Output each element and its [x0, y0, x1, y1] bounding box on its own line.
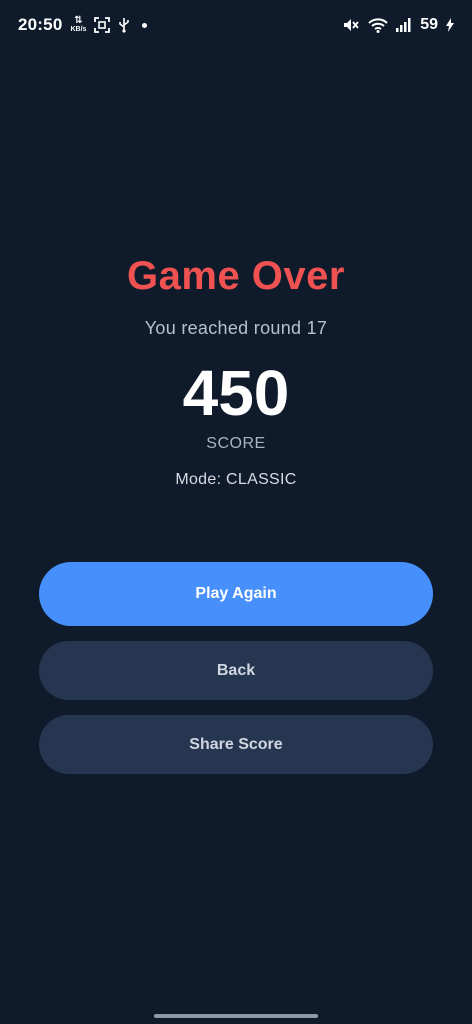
play-again-button[interactable]: Play Again — [39, 562, 433, 626]
notification-dot-icon — [142, 22, 148, 28]
home-indicator[interactable] — [154, 1014, 318, 1018]
game-mode-text: Mode: CLASSIC — [175, 471, 297, 488]
status-left: 20:50 ⇅ KB/s — [18, 15, 148, 35]
screenshot-icon — [94, 17, 111, 33]
status-right: 59 — [342, 16, 454, 34]
share-score-button[interactable]: Share Score — [39, 715, 433, 774]
score-label: SCORE — [206, 435, 266, 452]
usb-icon — [118, 17, 130, 33]
score-value: 450 — [182, 357, 290, 429]
results-panel: Game Over You reached round 17 450 SCORE… — [0, 250, 472, 489]
network-speed-unit: KB/s — [70, 26, 87, 33]
charging-icon — [446, 18, 454, 32]
battery-level: 59 — [420, 16, 438, 33]
back-button[interactable]: Back — [39, 641, 433, 700]
status-bar: 20:50 ⇅ KB/s 59 — [0, 0, 472, 50]
wifi-icon — [368, 17, 388, 33]
round-reached-text: You reached round 17 — [144, 318, 328, 338]
mute-icon — [342, 17, 360, 33]
status-time: 20:50 — [18, 15, 63, 34]
network-speed-icon: ⇅ KB/s — [70, 15, 87, 34]
game-over-screen: 20:50 ⇅ KB/s 59 Game Over You reached ro… — [0, 0, 472, 1024]
page-title: Game Over — [127, 254, 345, 298]
signal-icon — [396, 18, 412, 32]
